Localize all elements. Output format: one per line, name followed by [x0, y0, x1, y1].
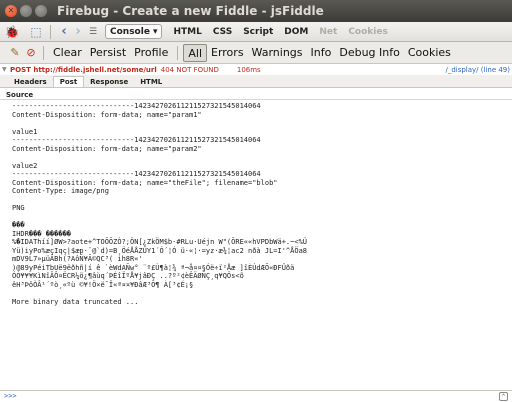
stop-icon[interactable]: ⊘ [24, 46, 38, 60]
console-toolbar: ✎ ⊘ Clear Persist Profile All Errors War… [0, 42, 512, 64]
request-status: 404 NOT FOUND [160, 65, 219, 74]
source-section-title: Source [0, 88, 512, 100]
profile-button[interactable]: Profile [130, 44, 172, 62]
menu-icon[interactable]: ☰ [87, 24, 99, 40]
persist-button[interactable]: Persist [86, 44, 130, 62]
filter-warnings-button[interactable]: Warnings [248, 44, 307, 62]
command-editor-icon[interactable]: ✎ [8, 46, 22, 60]
filter-info-button[interactable]: Info [307, 44, 336, 62]
inspect-icon[interactable]: ⬚ [28, 24, 44, 40]
request-time: 106ms [236, 65, 261, 74]
window-controls: ✕ [5, 5, 47, 17]
tab-script[interactable]: Script [243, 27, 273, 37]
filter-errors-button[interactable]: Errors [207, 44, 248, 62]
tab-cookies[interactable]: Cookies [348, 27, 388, 37]
tab-dom[interactable]: DOM [284, 27, 308, 37]
request-source-link[interactable]: /_display/ (line 49) [445, 66, 510, 74]
console-divider-2 [177, 45, 179, 60]
console-panel-dropdown[interactable]: Console ▾ [105, 24, 163, 39]
window-title: Firebug - Create a new Fiddle - jsFiddle [57, 4, 324, 18]
tab-html[interactable]: HTML [173, 27, 201, 37]
request-detail-tabs: Headers Post Response HTML [0, 75, 512, 88]
post-content-panel: Source -----------------------------1423… [0, 88, 512, 390]
firebug-logo-icon[interactable]: 🐞 [4, 25, 20, 39]
tab-response[interactable]: Response [84, 77, 134, 87]
request-url[interactable]: POST http://fiddle.jshell.net/some/url [10, 66, 157, 74]
filter-all-button[interactable]: All [183, 43, 207, 62]
maximize-window-button[interactable] [35, 5, 47, 17]
toolbar-divider [50, 24, 51, 39]
expand-command-editor-icon[interactable]: ⌃ [499, 392, 508, 401]
command-prompt: >>> [4, 392, 17, 400]
console-panel-label: Console [110, 26, 150, 37]
window-titlebar: ✕ Firebug - Create a new Fiddle - jsFidd… [0, 0, 512, 22]
forward-arrow-icon[interactable]: › [71, 24, 85, 40]
tab-net[interactable]: Net [319, 27, 337, 37]
tab-html-preview[interactable]: HTML [134, 77, 168, 87]
tab-css[interactable]: CSS [213, 27, 232, 37]
clear-button[interactable]: Clear [49, 44, 86, 62]
console-divider [43, 45, 44, 60]
command-line[interactable]: >>> ⌃ [0, 390, 512, 402]
tab-post[interactable]: Post [52, 76, 85, 87]
tab-headers[interactable]: Headers [8, 77, 53, 87]
collapse-triangle-icon[interactable]: ▼ [2, 66, 10, 73]
firebug-toolbar: 🐞 ⬚ ‹ › ☰ Console ▾ HTML CSS Script DOM … [0, 22, 512, 42]
minimize-window-button[interactable] [20, 5, 32, 17]
filter-debug-info-button[interactable]: Debug Info [335, 44, 404, 62]
filter-cookies-button[interactable]: Cookies [404, 44, 455, 62]
chevron-down-icon: ▾ [152, 26, 158, 37]
close-window-button[interactable]: ✕ [5, 5, 17, 17]
back-arrow-icon[interactable]: ‹ [57, 24, 71, 40]
network-request-row[interactable]: ▼ POST http://fiddle.jshell.net/some/url… [0, 64, 512, 75]
post-body-text: -----------------------------14234270261… [12, 102, 308, 306]
